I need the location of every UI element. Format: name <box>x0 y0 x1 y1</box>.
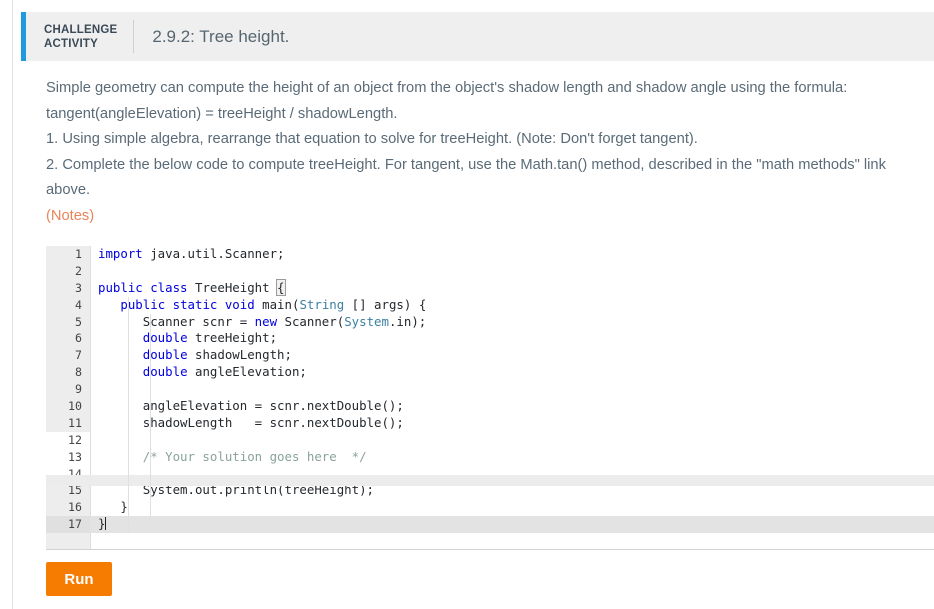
challenge-activity-header: CHALLENGE ACTIVITY 2.9.2: Tree height. <box>21 12 934 61</box>
code-line[interactable]: 1 import java.util.Scanner; <box>46 246 934 263</box>
code-token: public static void <box>120 297 262 312</box>
code-token: System <box>344 314 389 329</box>
code-line[interactable]: 6 double treeHeight; <box>46 330 934 347</box>
code-token: Scanner scnr = <box>98 314 255 329</box>
line-number: 9 <box>46 381 82 398</box>
line-source: } <box>98 516 106 533</box>
code-token: main( <box>262 297 299 312</box>
code-token: Scanner( <box>285 314 345 329</box>
code-token: } <box>98 499 128 514</box>
code-line[interactable]: 2 <box>46 263 934 280</box>
code-lines[interactable]: 1 import java.util.Scanner; 23 public class… <box>46 246 934 533</box>
run-button[interactable]: Run <box>46 562 112 596</box>
line-number: 16 <box>46 499 82 516</box>
code-line[interactable]: 13 /* Your solution goes here */ <box>46 449 934 466</box>
code-token: public class <box>98 280 195 295</box>
activity-description: Simple geometry can compute the height o… <box>46 76 934 229</box>
code-token: java.util.Scanner; <box>150 246 284 261</box>
description-line-2: tangent(angleElevation) = treeHeight / s… <box>46 102 934 128</box>
line-source: /* Your solution goes here */ <box>98 449 367 466</box>
line-source: double angleElevation; <box>98 364 307 381</box>
code-token: .in); <box>389 314 426 329</box>
line-source: public static void main(String [] args) … <box>98 297 426 314</box>
code-token: treeHeight; <box>195 330 277 345</box>
indent-guide-3 <box>150 314 151 517</box>
line-source: double treeHeight; <box>98 330 277 347</box>
activity-page: CHALLENGE ACTIVITY 2.9.2: Tree height. S… <box>12 0 934 609</box>
code-token <box>98 330 143 345</box>
code-line[interactable]: 5 Scanner scnr = new Scanner(System.in); <box>46 314 934 331</box>
code-line[interactable]: 17} <box>46 516 934 533</box>
code-editor[interactable]: 1 import java.util.Scanner; 23 public class… <box>46 246 934 550</box>
code-token: /* Your solution goes here */ <box>98 449 367 464</box>
line-number: 7 <box>46 347 82 364</box>
code-line[interactable]: 7 double shadowLength; <box>46 347 934 364</box>
indent-guide-2 <box>128 297 129 534</box>
code-line[interactable]: 11 shadowLength = scnr.nextDouble(); <box>46 415 934 432</box>
line-number: 1 <box>46 246 82 263</box>
code-line[interactable]: 4 public static void main(String [] args… <box>46 297 934 314</box>
code-token: } <box>98 516 105 531</box>
line-source: import java.util.Scanner; <box>98 246 285 263</box>
code-token: shadowLength = scnr.nextDouble(); <box>98 415 404 430</box>
activity-title: 2.9.2: Tree height. <box>134 26 289 48</box>
code-token: import <box>98 246 150 261</box>
line-number: 4 <box>46 297 82 314</box>
code-token <box>98 297 120 312</box>
line-number: 3 <box>46 280 82 297</box>
line-number: 6 <box>46 330 82 347</box>
code-line[interactable]: 12 <box>46 432 934 449</box>
line-number: 12 <box>46 432 82 449</box>
code-line[interactable]: 3 public class TreeHeight { <box>46 280 934 297</box>
code-token: new <box>255 314 285 329</box>
line-number: 17 <box>46 516 82 533</box>
code-token: shadowLength; <box>195 347 292 362</box>
code-token: TreeHeight <box>195 280 277 295</box>
line-number: 8 <box>46 364 82 381</box>
line-number: 2 <box>46 263 82 280</box>
code-token: { <box>277 280 284 295</box>
code-line[interactable]: 16 } <box>46 499 934 516</box>
code-token: [] args) { <box>344 297 426 312</box>
code-token <box>98 364 143 379</box>
line-source: public class TreeHeight { <box>98 280 285 297</box>
activity-kicker: CHALLENGE ACTIVITY <box>26 23 133 51</box>
code-line[interactable]: 10 angleElevation = scnr.nextDouble(); <box>46 398 934 415</box>
code-token: String <box>299 297 344 312</box>
description-line-3: 1. Using simple algebra, rearrange that … <box>46 127 934 153</box>
code-line[interactable]: 9 <box>46 381 934 398</box>
description-line-5: above. <box>46 178 934 204</box>
line-number: 13 <box>46 449 82 466</box>
line-number: 5 <box>46 314 82 331</box>
line-source: Scanner scnr = new Scanner(System.in); <box>98 314 426 331</box>
code-line[interactable]: 8 double angleElevation; <box>46 364 934 381</box>
line-source: } <box>98 499 128 516</box>
editor-horizontal-scrollbar[interactable] <box>46 475 934 486</box>
line-number: 10 <box>46 398 82 415</box>
text-caret <box>105 517 106 530</box>
code-token: angleElevation; <box>195 364 307 379</box>
line-number: 11 <box>46 415 82 432</box>
code-token <box>98 347 143 362</box>
code-token: angleElevation = scnr.nextDouble(); <box>98 398 404 413</box>
description-line-4: 2. Complete the below code to compute tr… <box>46 153 934 179</box>
line-source: angleElevation = scnr.nextDouble(); <box>98 398 404 415</box>
description-line-1: Simple geometry can compute the height o… <box>46 76 934 102</box>
line-source: shadowLength = scnr.nextDouble(); <box>98 415 404 432</box>
notes-link[interactable]: (Notes) <box>46 204 934 230</box>
